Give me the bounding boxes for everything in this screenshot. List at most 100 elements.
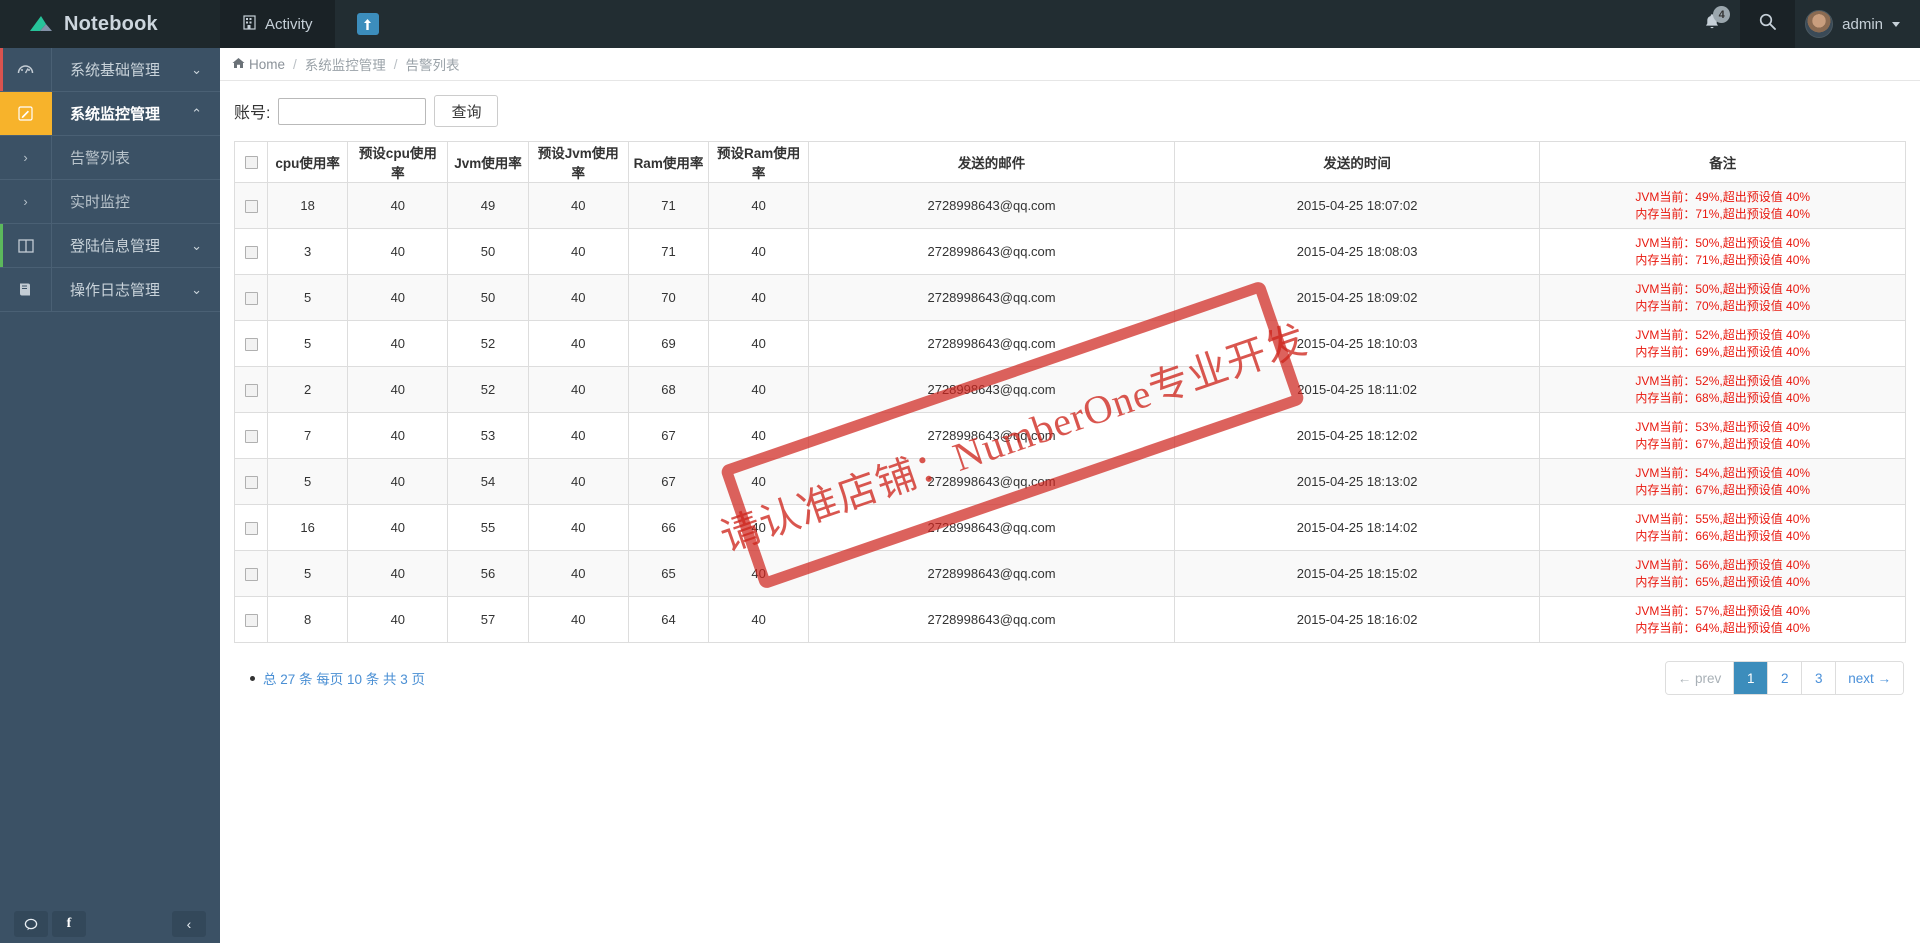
- cell-ram-preset: 40: [708, 228, 810, 275]
- cell-ram: 64: [627, 596, 710, 643]
- breadcrumb-separator: /: [293, 56, 297, 72]
- cell-ram: 71: [627, 228, 710, 275]
- sidebar-footer-social: f: [14, 911, 86, 937]
- remark-line-jvm: JVM当前：57%,超出预设值 40%: [1635, 603, 1811, 618]
- cell-ram: 71: [627, 182, 710, 229]
- brand-area[interactable]: Notebook: [0, 0, 220, 48]
- pagination-next[interactable]: next →: [1836, 662, 1903, 694]
- sidebar-collapse-button[interactable]: ‹: [172, 911, 206, 937]
- sidebar-item-system-base[interactable]: 系统基础管理 ⌄: [0, 48, 220, 92]
- pagination-prev[interactable]: ← prev: [1665, 662, 1735, 694]
- breadcrumb-item-1[interactable]: 系统监控管理: [305, 54, 386, 74]
- row-checkbox[interactable]: [244, 568, 258, 582]
- row-checkbox[interactable]: [244, 614, 258, 628]
- row-checkbox[interactable]: [244, 430, 258, 444]
- chat-bubble-icon[interactable]: [14, 911, 48, 937]
- remark-line-jvm: JVM当前：56%,超出预设值 40%: [1635, 557, 1811, 572]
- sidebar-item-alarm-list[interactable]: › 告警列表: [0, 136, 220, 180]
- notifications-button[interactable]: 4: [1684, 0, 1740, 48]
- th-ram: Ram使用率: [627, 141, 710, 183]
- row-checkbox[interactable]: [244, 384, 258, 398]
- table-row[interactable]: 7 40 53 40 67 40 2728998643@qq.com 2015-04-25 1…: [233, 412, 1906, 459]
- cell-jvm: 50: [447, 228, 529, 275]
- cell-email: 2728998643@qq.com: [808, 274, 1175, 321]
- cell-email: 2728998643@qq.com: [808, 596, 1175, 643]
- account-label: 账号:: [234, 105, 271, 122]
- breadcrumb-home[interactable]: Home: [232, 57, 285, 72]
- sidebar-item-realtime-monitor[interactable]: › 实时监控: [0, 180, 220, 224]
- table-row[interactable]: 18 40 49 40 71 40 2728998643@qq.com 2015-04-25 …: [233, 182, 1906, 229]
- chevron-down-icon: ⌄: [191, 281, 202, 297]
- bullet-icon: [250, 675, 255, 681]
- cell-cpu-preset: 40: [347, 596, 449, 643]
- cell-remark: JVM当前：52%,超出预设值 40% 内存当前：68%,超出预设值 40%: [1539, 366, 1906, 413]
- cell-email: 2728998643@qq.com: [808, 228, 1175, 275]
- cell-email: 2728998643@qq.com: [808, 182, 1175, 229]
- th-ram-preset: 预设Ram使用率: [708, 141, 810, 183]
- table-row[interactable]: 5 40 56 40 65 40 2728998643@qq.com 2015-04-25 1…: [233, 550, 1906, 597]
- pagination-page-2[interactable]: 2: [1768, 662, 1803, 694]
- cell-jvm: 52: [447, 366, 529, 413]
- remark-line-jvm: JVM当前：54%,超出预设值 40%: [1635, 465, 1811, 480]
- account-input[interactable]: [278, 97, 427, 125]
- row-select-cell: [233, 274, 269, 321]
- book-icon: [0, 268, 52, 311]
- row-checkbox[interactable]: [244, 246, 258, 260]
- cell-time: 2015-04-25 18:14:02: [1173, 504, 1541, 551]
- row-checkbox[interactable]: [244, 476, 258, 490]
- cell-time: 2015-04-25 18:13:02: [1173, 458, 1541, 505]
- table-row[interactable]: 8 40 57 40 64 40 2728998643@qq.com 2015-04-25 1…: [233, 596, 1906, 643]
- remark-line-memory: 内存当前：67%,超出预设值 40%: [1635, 482, 1811, 497]
- table-row[interactable]: 5 40 52 40 69 40 2728998643@qq.com 2015-04-25 1…: [233, 320, 1906, 367]
- breadcrumb-item-2[interactable]: 告警列表: [406, 54, 460, 74]
- brand-title: Notebook: [64, 12, 158, 35]
- th-jvm-preset: 预设Jvm使用率: [527, 141, 629, 183]
- chevron-down-icon: [1892, 21, 1900, 27]
- remark-line-memory: 内存当前：65%,超出预设值 40%: [1635, 574, 1811, 589]
- alarm-table: cpu使用率 预设cpu使用率 Jvm使用率 预设Jvm使用率 Ram使用率 预…: [233, 141, 1906, 643]
- pagination-page-1[interactable]: 1: [1734, 662, 1769, 694]
- pagination-page-3[interactable]: 3: [1802, 662, 1837, 694]
- cell-cpu: 16: [267, 504, 349, 551]
- cell-cpu: 5: [267, 550, 349, 597]
- table-row[interactable]: 16 40 55 40 66 40 2728998643@qq.com 2015-04-25 …: [233, 504, 1906, 551]
- cell-cpu: 18: [267, 182, 349, 229]
- cell-ram-preset: 40: [708, 182, 810, 229]
- remark-line-memory: 内存当前：71%,超出预设值 40%: [1635, 252, 1811, 267]
- topbar-right: 4 admin: [1684, 0, 1920, 48]
- search-button[interactable]: [1740, 0, 1796, 48]
- remark-line-jvm: JVM当前：52%,超出预设值 40%: [1635, 327, 1811, 342]
- row-checkbox[interactable]: [244, 338, 258, 352]
- sidebar-item-system-monitor[interactable]: 系统监控管理 ⌃: [0, 92, 220, 136]
- columns-icon: [0, 224, 52, 267]
- row-checkbox[interactable]: [244, 200, 258, 214]
- cell-remark: JVM当前：49%,超出预设值 40% 内存当前：71%,超出预设值 40%: [1539, 182, 1906, 229]
- query-button[interactable]: 查询: [434, 95, 499, 127]
- row-select-cell: [233, 550, 269, 597]
- table-row[interactable]: 5 40 50 40 70 40 2728998643@qq.com 2015-04-25 1…: [233, 274, 1906, 321]
- select-all-checkbox[interactable]: [244, 156, 258, 170]
- facebook-icon[interactable]: f: [52, 911, 86, 937]
- cell-remark: JVM当前：53%,超出预设值 40% 内存当前：67%,超出预设值 40%: [1539, 412, 1906, 459]
- table-row[interactable]: 2 40 52 40 68 40 2728998643@qq.com 2015-04-25 1…: [233, 366, 1906, 413]
- cell-email: 2728998643@qq.com: [808, 458, 1175, 505]
- user-menu[interactable]: admin: [1795, 0, 1920, 48]
- table-row[interactable]: 3 40 50 40 71 40 2728998643@qq.com 2015-04-25 1…: [233, 228, 1906, 275]
- tab-activity[interactable]: Activity: [220, 0, 335, 48]
- pagination-summary-label: 总 27 条 每页 10 条 共 3 页: [263, 672, 426, 687]
- top-bar: Notebook Activity 4 admin: [0, 0, 1920, 48]
- tab-upload[interactable]: [335, 0, 401, 48]
- chevron-right-icon: ›: [0, 136, 52, 179]
- main-content: Home / 系统监控管理 / 告警列表 账号: 查询 cpu使用率 预设cpu…: [220, 48, 1920, 943]
- cell-ram: 70: [627, 274, 710, 321]
- sidebar-item-operation-log[interactable]: 操作日志管理 ⌄: [0, 268, 220, 312]
- row-select-cell: [233, 412, 269, 459]
- cell-jvm-preset: 40: [527, 366, 629, 413]
- row-checkbox[interactable]: [244, 522, 258, 536]
- sidebar-item-login-info[interactable]: 登陆信息管理 ⌄: [0, 224, 220, 268]
- cell-cpu-preset: 40: [347, 274, 449, 321]
- cell-time: 2015-04-25 18:12:02: [1173, 412, 1541, 459]
- top-nav: Activity: [220, 0, 401, 48]
- table-row[interactable]: 5 40 54 40 67 40 2728998643@qq.com 2015-04-25 1…: [233, 458, 1906, 505]
- row-checkbox[interactable]: [244, 292, 258, 306]
